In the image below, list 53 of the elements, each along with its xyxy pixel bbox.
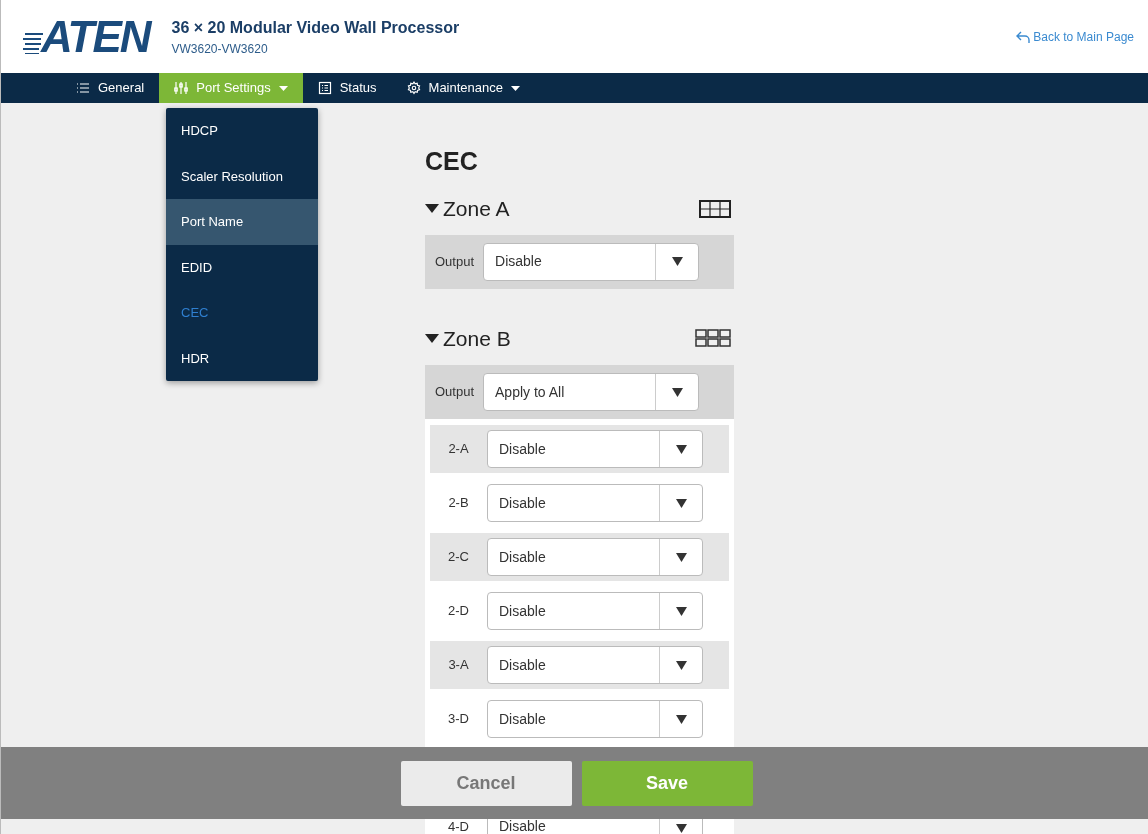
- dropdown-arrow-icon: [675, 714, 687, 724]
- cancel-button[interactable]: Cancel: [400, 760, 572, 806]
- port-label: 2-D: [447, 602, 470, 621]
- select-dropdown[interactable]: Apply to All: [483, 373, 700, 411]
- select-dropdown[interactable]: Disable: [487, 538, 703, 576]
- port-label: 2-B: [447, 494, 470, 513]
- output-label: Output: [435, 252, 475, 271]
- output-label: Output: [435, 383, 475, 402]
- sliders-icon: [174, 81, 189, 95]
- menu-item[interactable]: EDID: [166, 244, 318, 290]
- dropdown-arrow-icon: [675, 444, 687, 454]
- port-label: 3-D: [447, 710, 470, 729]
- menu-item[interactable]: Port Name: [166, 199, 318, 245]
- zone-toggle[interactable]: Zone A: [425, 193, 510, 225]
- list-icon: [76, 81, 90, 95]
- tiles-layout-icon[interactable]: [695, 329, 731, 348]
- dropdown-arrow-icon: [675, 606, 687, 616]
- status-icon: [317, 81, 332, 95]
- zone-toggle[interactable]: Zone B: [425, 322, 511, 354]
- grid-layout-icon[interactable]: [699, 199, 731, 218]
- nav-tab[interactable]: General: [61, 73, 160, 103]
- select-dropdown[interactable]: Disable: [487, 700, 703, 738]
- port-label: 2-A: [447, 440, 470, 459]
- port-label: 3-A: [447, 656, 470, 675]
- expand-triangle-icon: [425, 333, 439, 343]
- back-arrow-icon: [1016, 30, 1031, 43]
- dropdown-arrow-icon: [675, 824, 687, 833]
- menu-item[interactable]: HDCP: [166, 108, 318, 154]
- nav-tab[interactable]: Maintenance: [391, 73, 535, 103]
- logo: ATEN: [23, 14, 150, 59]
- port-label: 2-C: [447, 548, 470, 567]
- dropdown-arrow-icon: [675, 552, 687, 562]
- dropdown-arrow-icon: [675, 498, 687, 508]
- settings-icon: [406, 81, 421, 95]
- dropdown-arrow-icon: [671, 257, 683, 266]
- select-dropdown[interactable]: Disable: [487, 819, 703, 834]
- page-title: CEC: [425, 146, 479, 177]
- expand-triangle-icon: [425, 204, 439, 214]
- select-dropdown[interactable]: Disable: [487, 646, 703, 684]
- menu-item[interactable]: CEC: [166, 290, 318, 336]
- select-dropdown[interactable]: Disable: [483, 242, 700, 281]
- dropdown-arrow-icon: [675, 660, 687, 670]
- select-dropdown[interactable]: Disable: [487, 592, 703, 630]
- back-link[interactable]: Back to Main Page: [1016, 27, 1134, 46]
- model-number: VW3620-VW3620: [171, 40, 269, 58]
- nav-tab[interactable]: Status: [302, 73, 392, 103]
- dropdown-arrow-icon: [671, 387, 683, 397]
- select-dropdown[interactable]: Disable: [487, 484, 703, 522]
- product-title: 36 × 20 Modular Video Wall Processor: [171, 17, 460, 38]
- port-label: 4-D: [447, 819, 470, 834]
- select-dropdown[interactable]: Disable: [487, 430, 703, 468]
- menu-item[interactable]: Scaler Resolution: [166, 153, 318, 199]
- menu-item[interactable]: HDR: [166, 335, 318, 381]
